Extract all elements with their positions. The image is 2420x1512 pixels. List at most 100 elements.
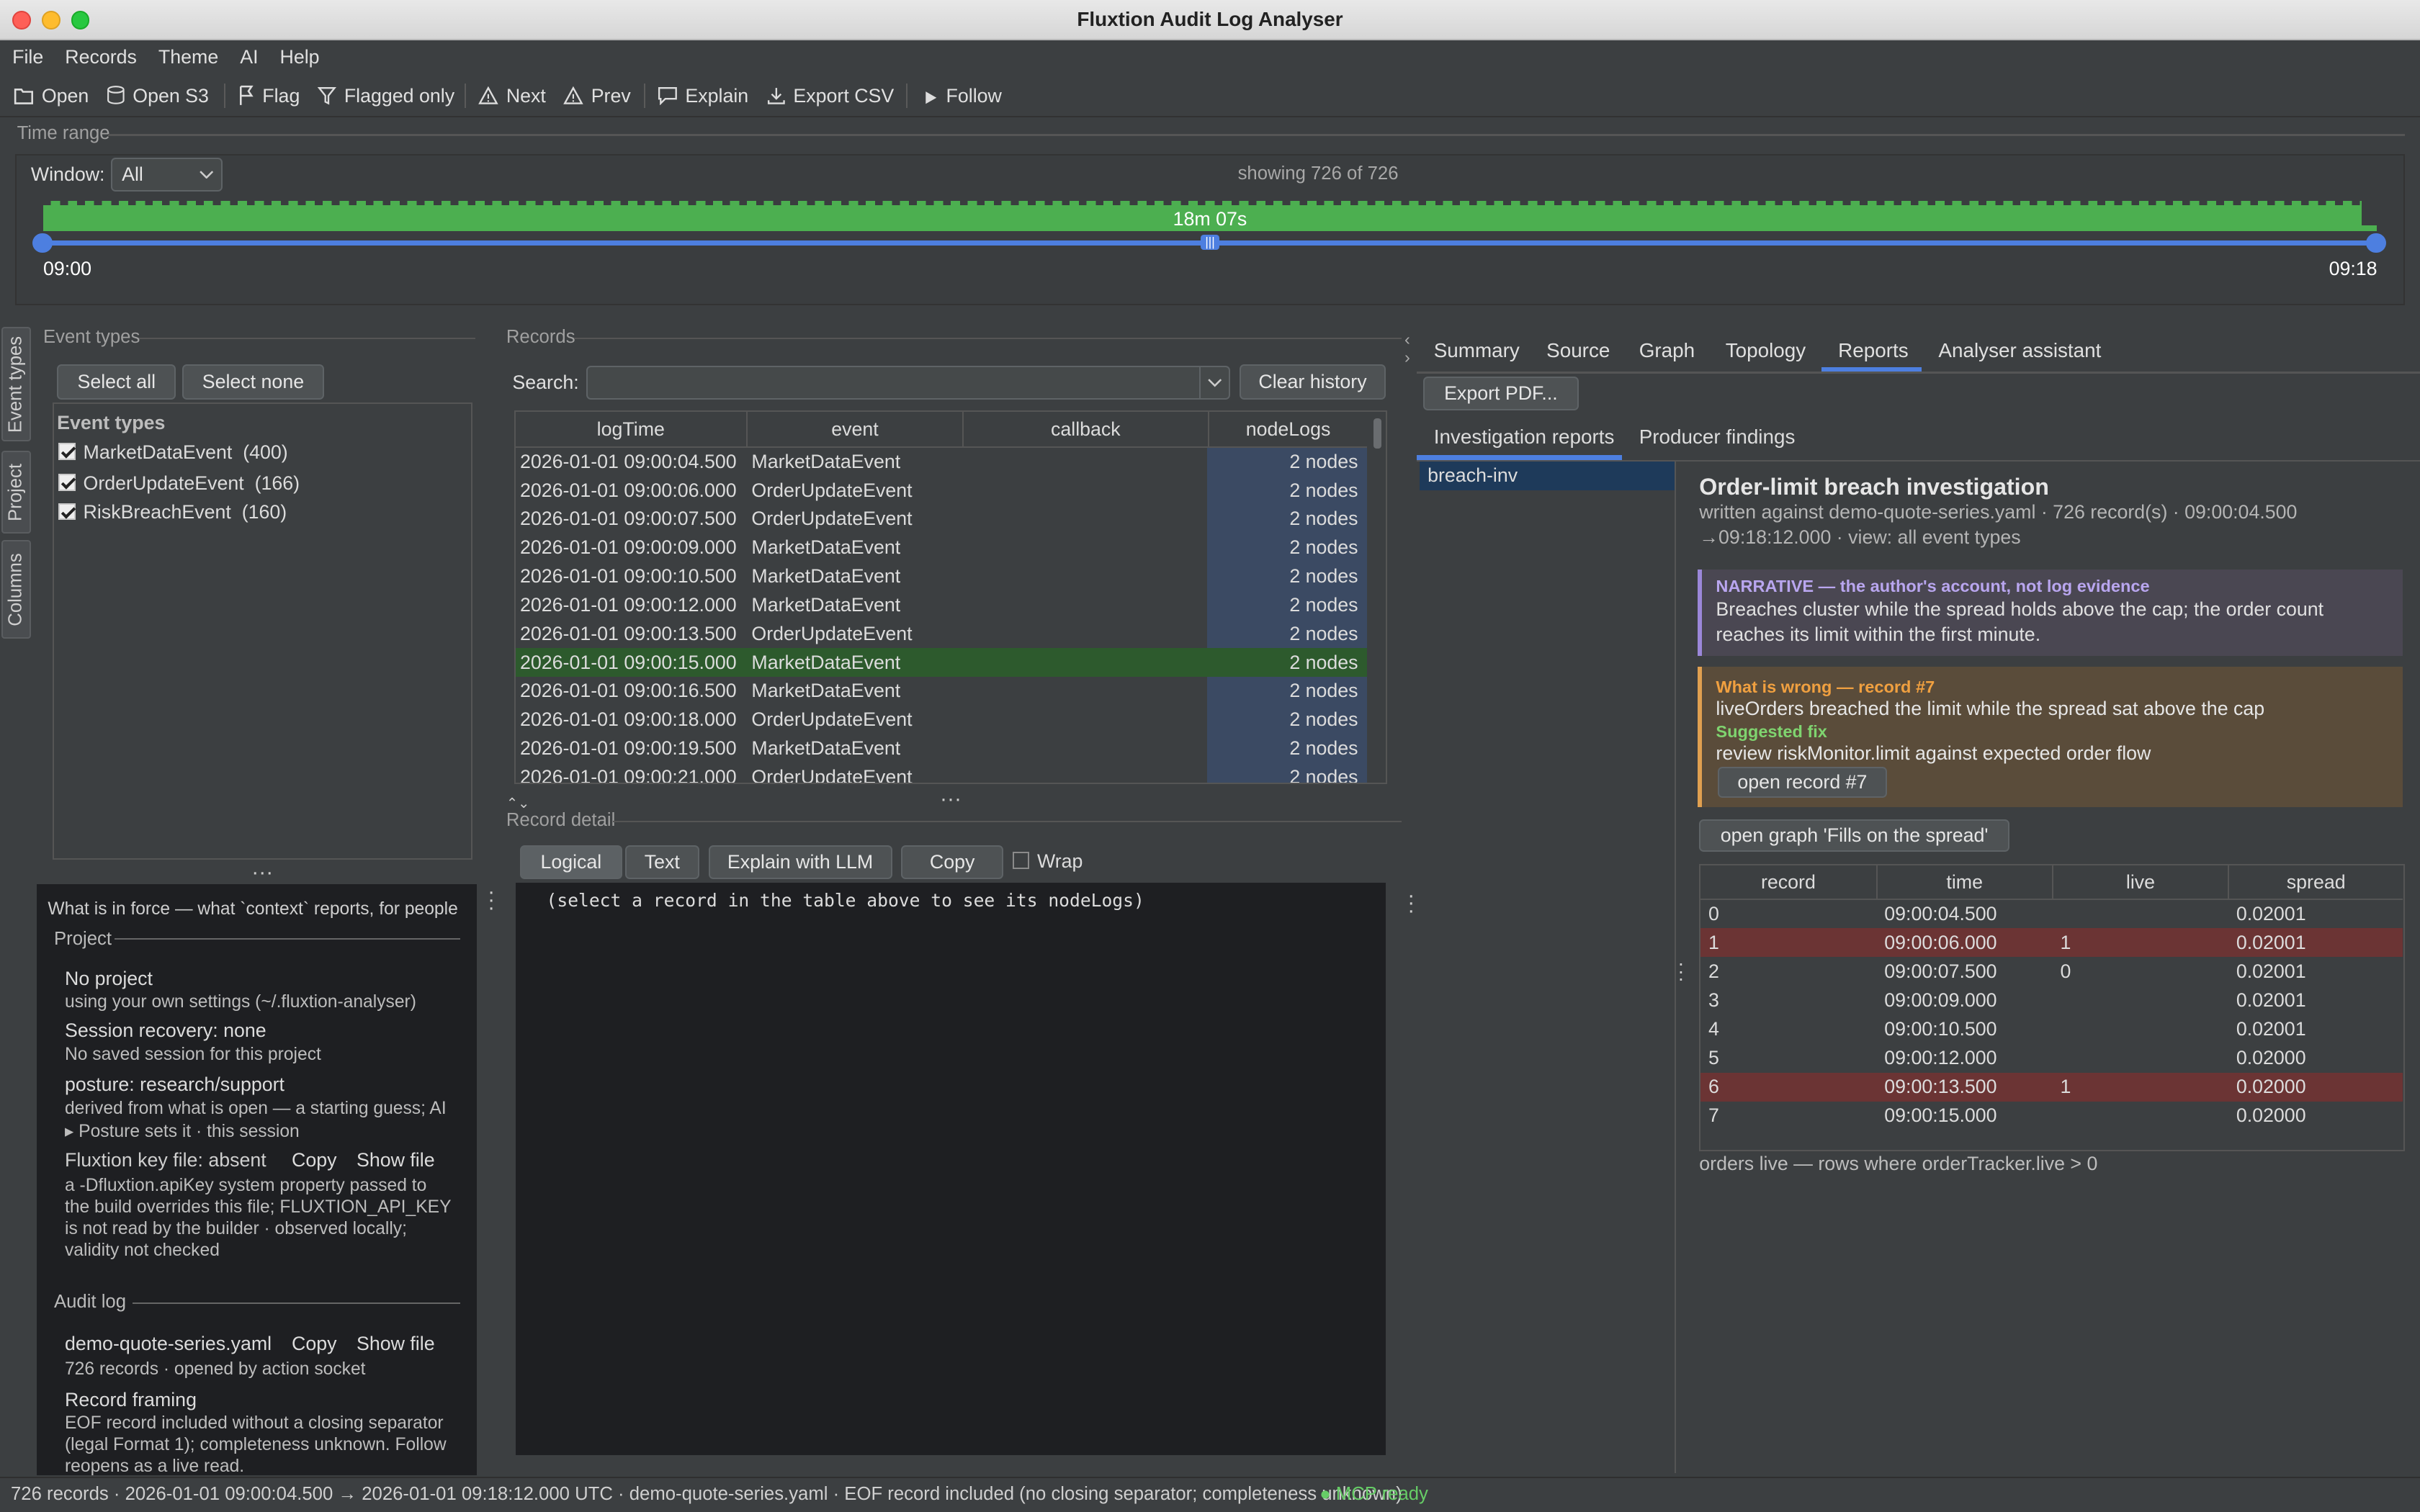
export-pdf-button[interactable]: Export PDF... — [1422, 376, 1579, 410]
subtab-investigation-reports[interactable]: Investigation reports — [1434, 426, 1615, 449]
table-row[interactable]: 2026-01-01 09:00:19.500 MarketDataEvent 2 … — [516, 734, 1368, 763]
explain-button[interactable]: Explain — [658, 84, 748, 108]
open-s3-button[interactable]: Open S3 — [107, 84, 209, 108]
menu-ai[interactable]: AI — [240, 40, 258, 74]
tab-source[interactable]: Source — [1546, 339, 1610, 362]
table-row[interactable]: 1 09:00:06.000 1 0.02001 — [1700, 928, 2403, 958]
flagged-only-button[interactable]: Flagged only — [318, 84, 454, 108]
tab-reports[interactable]: Reports — [1838, 339, 1909, 362]
select-all-button[interactable]: Select all — [57, 364, 176, 400]
table-row[interactable]: 2026-01-01 09:00:06.000 OrderUpdateEvent 2… — [516, 476, 1368, 505]
table-row[interactable]: 2026-01-01 09:00:18.000 OrderUpdateEvent 2… — [516, 706, 1368, 734]
records-scrollbar[interactable] — [1373, 418, 1381, 449]
table-row[interactable]: 2026-01-01 09:00:15.000 MarketDataEvent 2 … — [515, 648, 1368, 678]
splitter-grip[interactable]: ··· — [1677, 953, 1684, 988]
table-row[interactable]: 2 09:00:07.500 0 0.02001 — [1700, 957, 2403, 986]
table-row[interactable]: 4 09:00:10.500 0.02001 — [1700, 1014, 2403, 1043]
checkbox[interactable] — [1012, 852, 1030, 869]
window-select[interactable]: All — [111, 157, 223, 192]
sidetab-project[interactable]: Project — [1, 450, 31, 534]
copy-detail-button[interactable]: Copy — [901, 845, 1003, 880]
table-row[interactable]: 2026-01-01 09:00:10.500 MarketDataEvent 2 … — [516, 562, 1368, 591]
col-nodelogs[interactable]: nodeLogs — [1208, 412, 1368, 449]
open-record-button[interactable]: open record #7 — [1717, 766, 1888, 798]
divider — [133, 1302, 460, 1304]
table-row[interactable]: 2026-01-01 09:00:21.000 OrderUpdateEvent 2… — [516, 763, 1368, 783]
open-graph-button[interactable]: open graph 'Fills on the spread' — [1699, 819, 2009, 852]
record-detail-view[interactable]: (select a record in the table above to s… — [515, 882, 1386, 1455]
next-button[interactable]: Next — [478, 84, 546, 108]
sidetab-columns[interactable]: Columns — [1, 540, 31, 639]
checkbox[interactable] — [58, 503, 76, 521]
checkbox[interactable] — [58, 474, 76, 491]
tab-logical[interactable]: Logical — [520, 845, 622, 880]
tab-analyser-assistant[interactable]: Analyser assistant — [1938, 339, 2101, 362]
splitter-grip[interactable]: ··· — [251, 862, 273, 883]
table-cell — [963, 505, 1209, 534]
open-button[interactable]: Open — [14, 84, 89, 108]
table-row[interactable]: 3 09:00:09.000 0.02001 — [1700, 986, 2403, 1014]
table-row[interactable]: 2026-01-01 09:00:13.500 OrderUpdateEvent 2… — [516, 619, 1368, 648]
splitter-grip[interactable]: ··· — [488, 881, 495, 918]
range-start-handle[interactable] — [32, 233, 53, 253]
show-key-file-button[interactable]: Show file — [357, 1149, 435, 1171]
search-input[interactable] — [586, 365, 1230, 400]
table-cell — [963, 476, 1209, 505]
table-row[interactable]: 2026-01-01 09:00:04.500 MarketDataEvent 2 … — [516, 447, 1368, 476]
table-row[interactable]: 2026-01-01 09:00:09.000 MarketDataEvent 2 … — [516, 534, 1368, 562]
event-type-item[interactable]: MarketDataEvent (400) — [58, 441, 288, 464]
clear-history-button[interactable]: Clear history — [1239, 364, 1386, 400]
panel-arrows[interactable]: ‹ › — [1404, 330, 1410, 367]
event-type-item[interactable]: RiskBreachEvent (160) — [58, 501, 287, 523]
event-type-item[interactable]: OrderUpdateEvent (166) — [58, 472, 300, 495]
copy-audit-button[interactable]: Copy — [292, 1333, 336, 1355]
tab-text[interactable]: Text — [624, 845, 699, 880]
checkbox[interactable] — [58, 443, 76, 460]
col-logtime[interactable]: logTime — [515, 412, 748, 449]
col-live[interactable]: live — [2052, 865, 2230, 901]
table-cell: 09:00:06.000 — [1884, 931, 1997, 953]
table-row[interactable]: 0 09:00:04.500 0.02001 — [1700, 899, 2403, 928]
table-row[interactable]: 2026-01-01 09:00:16.500 MarketDataEvent 2 … — [516, 677, 1368, 706]
explain-with-llm-button[interactable]: Explain with LLM — [708, 845, 892, 880]
select-none-button[interactable]: Select none — [182, 364, 324, 400]
chevron-down-icon[interactable] — [1207, 378, 1222, 387]
divider — [108, 134, 2405, 136]
menu-records[interactable]: Records — [65, 40, 137, 74]
col-record[interactable]: record — [1700, 865, 1878, 901]
table-row[interactable]: 5 09:00:12.000 0.02000 — [1700, 1043, 2403, 1072]
show-audit-file-button[interactable]: Show file — [357, 1333, 435, 1355]
prev-button[interactable]: Prev — [563, 84, 631, 108]
table-cell: 09:00:04.500 — [1884, 903, 1997, 925]
tab-graph[interactable]: Graph — [1639, 339, 1695, 362]
export-csv-button[interactable]: Export CSV — [767, 84, 894, 108]
table-cell: 2 nodes — [1289, 593, 1358, 616]
range-end-handle[interactable] — [2366, 233, 2386, 253]
copy-key-button[interactable]: Copy — [292, 1149, 336, 1171]
collapse-toggle[interactable]: ⌃⌄ — [506, 795, 529, 812]
col-spread[interactable]: spread — [2228, 865, 2403, 901]
table-row[interactable]: 2026-01-01 09:00:12.000 MarketDataEvent 2 … — [516, 591, 1368, 620]
menu-theme[interactable]: Theme — [158, 40, 218, 74]
table-row[interactable]: 2026-01-01 09:00:07.500 OrderUpdateEvent 2… — [516, 505, 1368, 534]
subtab-producer-findings[interactable]: Producer findings — [1639, 426, 1796, 449]
menu-help[interactable]: Help — [280, 40, 320, 74]
follow-button[interactable]: Follow — [923, 84, 1002, 108]
col-callback[interactable]: callback — [962, 412, 1209, 449]
table-row[interactable]: 7 09:00:15.000 0.02000 — [1700, 1102, 2403, 1130]
col-event[interactable]: event — [746, 412, 964, 449]
table-cell: 2 nodes — [1289, 451, 1358, 473]
menu-file[interactable]: File — [12, 40, 43, 74]
wrap-toggle[interactable]: Wrap — [1012, 850, 1083, 873]
splitter-grip[interactable]: ··· — [1407, 884, 1415, 921]
posture-sets-link[interactable]: ▸ Posture sets it · this session — [65, 1120, 300, 1142]
tab-topology[interactable]: Topology — [1726, 339, 1806, 362]
range-drag-grip[interactable]: ||| — [1201, 234, 1219, 251]
splitter-grip[interactable]: ··· — [940, 788, 962, 809]
table-row[interactable]: 6 09:00:13.500 1 0.02000 — [1700, 1072, 2403, 1102]
flag-button[interactable]: Flag — [238, 84, 300, 108]
report-item-selected[interactable]: breach-inv — [1420, 461, 1675, 491]
tab-summary[interactable]: Summary — [1434, 339, 1520, 362]
col-time[interactable]: time — [1876, 865, 2053, 901]
sidetab-event-types[interactable]: Event types — [1, 327, 31, 441]
